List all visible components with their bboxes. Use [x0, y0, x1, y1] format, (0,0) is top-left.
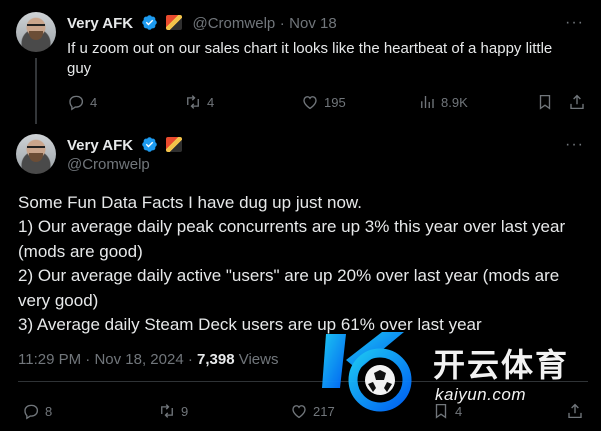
like-button[interactable]: 217	[290, 402, 335, 420]
tweet-actions: 4 4 195 8.9K	[67, 93, 587, 113]
bookmark-button[interactable]	[536, 93, 559, 111]
views-button[interactable]: 8.9K	[418, 93, 468, 111]
display-name[interactable]: Very AFK	[67, 15, 133, 32]
share-icon	[570, 94, 584, 110]
verified-badge-icon[interactable]	[141, 136, 158, 153]
repost-icon	[187, 95, 199, 109]
display-name[interactable]: Very AFK	[67, 137, 133, 154]
separator: ·	[187, 351, 193, 368]
separator: ·	[85, 351, 91, 368]
tweet-header: Very AFK @Cromwelp · Nov 18	[67, 14, 337, 33]
watermark-brand: 开云体育	[433, 346, 570, 384]
timestamp[interactable]: Nov 18	[289, 15, 337, 32]
share-button[interactable]	[566, 402, 589, 420]
tweet-text: Some Fun Data Facts I have dug up just n…	[18, 191, 588, 337]
reply-button[interactable]: 8	[22, 402, 52, 420]
repost-count: 4	[207, 95, 215, 110]
verified-badge-icon[interactable]	[141, 14, 158, 31]
separator: ·	[279, 15, 285, 32]
tweet-line: 2) Our average daily active "users" are …	[18, 266, 560, 310]
repost-button[interactable]: 4	[184, 93, 214, 111]
tweet-header: Very AFK	[67, 136, 183, 155]
tweet-line: 1) Our average daily peak concurrents ar…	[18, 217, 566, 261]
avatar[interactable]	[16, 134, 56, 174]
more-icon[interactable]: ···	[565, 14, 584, 32]
more-icon[interactable]: ···	[565, 136, 584, 154]
reply-count: 4	[90, 95, 98, 110]
reply-button[interactable]: 4	[67, 93, 97, 111]
affiliate-flag-icon[interactable]	[166, 15, 183, 30]
repost-button[interactable]: 9	[158, 402, 188, 420]
bookmark-icon	[435, 403, 447, 419]
post-time[interactable]: 11:29 PM	[18, 351, 81, 368]
avatar[interactable]	[16, 12, 56, 52]
like-icon	[303, 96, 317, 110]
views-count: 8.9K	[441, 95, 468, 110]
bookmark-count: 4	[455, 404, 463, 419]
share-icon	[568, 403, 582, 419]
tweet-text: If u zoom out on our sales chart it look…	[67, 40, 553, 77]
reply-icon	[69, 95, 84, 111]
tweet-line: Some Fun Data Facts I have dug up just n…	[18, 193, 362, 212]
reply-icon	[24, 404, 39, 420]
handle[interactable]: @Cromwelp	[193, 15, 276, 32]
divider	[18, 381, 588, 382]
affiliate-flag-icon[interactable]	[166, 137, 183, 152]
repost-icon	[161, 404, 173, 418]
reply-count: 8	[45, 404, 53, 419]
share-button[interactable]	[568, 93, 591, 111]
bookmark-button[interactable]: 4	[432, 402, 462, 420]
view-count: 7,398	[197, 351, 235, 368]
like-icon	[292, 405, 306, 419]
tweet-actions: 8 9 217 4	[18, 402, 593, 422]
handle[interactable]: @Cromwelp	[67, 156, 150, 173]
like-count: 195	[324, 95, 346, 110]
like-button[interactable]: 195	[301, 93, 346, 111]
thread-line	[35, 58, 37, 124]
views-icon	[421, 96, 434, 108]
like-count: 217	[313, 404, 335, 419]
repost-count: 9	[181, 404, 189, 419]
tweet-line: 3) Average daily Steam Deck users are up…	[18, 315, 482, 335]
post-date[interactable]: Nov 18, 2024	[94, 351, 183, 368]
bookmark-icon	[539, 94, 551, 110]
tweet-meta: 11:29 PM · Nov 18, 2024 · 7,398 Views	[18, 351, 278, 368]
views-label: Views	[238, 351, 279, 368]
